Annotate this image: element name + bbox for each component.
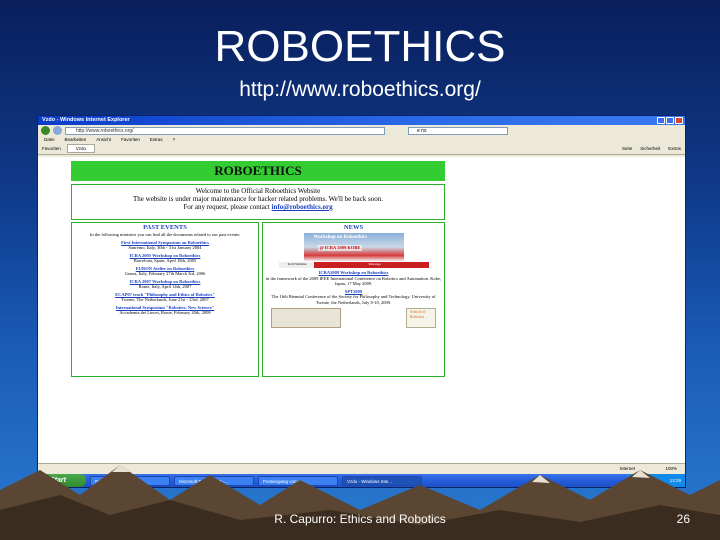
news-heading: NEWS <box>343 224 364 231</box>
menu-item[interactable]: Favoriten <box>121 136 140 143</box>
browser-content: ROBOETHICS Welcome to the Official Roboe… <box>38 157 685 463</box>
address-bar[interactable]: http://www.roboethics.org/ <box>65 126 385 135</box>
welcome-line: Welcome to the Official Roboethics Websi… <box>195 187 321 195</box>
menu-item[interactable]: Datei <box>44 136 55 143</box>
news-image-bar: Tech Website Message <box>278 262 429 268</box>
slide-url: http://www.roboethics.org/ <box>239 78 481 101</box>
contact-line: For any request, please contact info@rob… <box>183 203 333 211</box>
command-item[interactable]: Sicherheit <box>640 146 660 151</box>
menu-item[interactable]: ? <box>173 136 176 143</box>
browser-titlebar: Vzdo - Windows Internet Explorer <box>38 116 685 125</box>
favorites-button[interactable]: Favoriten <box>42 146 61 151</box>
menu-item[interactable]: Bearbeiten <box>65 136 87 143</box>
news-item: SPT2009 The 16th Biennial Conference of t… <box>265 289 442 306</box>
school-logo[interactable]: School of Robotics <box>406 308 436 328</box>
past-events-heading: PAST EVENTS <box>143 224 187 231</box>
past-events-column: PAST EVENTS In the following minisites y… <box>71 222 259 377</box>
news-item: ICRA2009 Workshop on Roboethics in the fr… <box>265 270 442 287</box>
event-item: EURON Atelier on Roboethics Genoa, Italy,… <box>74 266 256 277</box>
window-title: Vzdo - Windows Internet Explorer <box>42 117 130 123</box>
mountain-decoration <box>0 465 720 540</box>
past-events-intro: In the following minisites you can find … <box>89 232 241 237</box>
partner-logo[interactable] <box>271 308 341 328</box>
news-detail: in the framework of the 2009 IEEE Intern… <box>265 275 442 287</box>
maximize-icon[interactable] <box>666 117 674 124</box>
event-detail: Accademia dei Lincei, Rome, February 20t… <box>119 310 211 315</box>
event-item: ICRA 2007 Workshop on Roboethics Rome, It… <box>74 279 256 290</box>
news-banner-image[interactable]: Workshop on Roboethics @ ICRA 2009 KOBE <box>303 233 404 261</box>
browser-tab[interactable]: Vzdo <box>66 144 96 153</box>
event-item: International Symposium "Robotics: New S… <box>74 305 256 316</box>
news-image-label: Workshop on Roboethics <box>313 235 368 240</box>
page-banner: ROBOETHICS <box>71 161 445 181</box>
menu-item[interactable]: Extras <box>150 136 163 143</box>
close-icon[interactable] <box>675 117 683 124</box>
contact-email-link[interactable]: info@roboethics.org <box>272 203 333 211</box>
event-item: First International Symposium on Roboeth… <box>74 240 256 251</box>
address-row: http://www.roboethics.org/ e ns <box>38 125 685 136</box>
maintenance-notice: The website is under major maintenance f… <box>133 195 383 203</box>
event-detail: Barcelona, Spain, April 18th, 2005 <box>133 258 197 263</box>
welcome-box: Welcome to the Official Roboethics Websi… <box>71 184 445 220</box>
event-detail: Genoa, Italy, February 27th March 3rd, 2… <box>124 271 206 276</box>
news-column: NEWS Workshop on Roboethics @ ICRA 2009 … <box>262 222 445 377</box>
slide-number: 26 <box>676 512 690 526</box>
menu-item[interactable]: Ansicht <box>96 136 111 143</box>
forward-icon[interactable] <box>53 126 62 135</box>
event-detail: Twente, The Netherlands, June 21st - 23r… <box>121 297 209 302</box>
event-detail: Rome, Italy, April 14th, 2007 <box>138 284 192 289</box>
event-item: ICRA 2005 Workshop on Roboethics Barcelon… <box>74 253 256 264</box>
event-item: ECAP07 track "Philosophy and Ethics of R… <box>74 292 256 303</box>
back-icon[interactable] <box>41 126 50 135</box>
tabs-row: Favoriten Vzdo Seite Sicherheit Extras <box>38 143 685 155</box>
command-item[interactable]: Extras <box>668 146 681 151</box>
minimize-icon[interactable] <box>657 117 665 124</box>
news-bar-left: Tech Website <box>278 262 314 268</box>
news-detail: The 16th Biennial Conference of the Soci… <box>271 294 436 305</box>
menu-bar: Datei Bearbeiten Ansicht Favoriten Extra… <box>38 136 685 143</box>
command-bar: Seite Sicherheit Extras <box>622 146 681 151</box>
news-bar-right: Message <box>368 262 381 267</box>
browser-screenshot: Vzdo - Windows Internet Explorer http://… <box>37 115 686 488</box>
event-detail: Sanremo, Italy, 30th - 31st January 2004 <box>128 245 202 250</box>
search-input[interactable]: e ns <box>408 126 508 135</box>
command-item[interactable]: Seite <box>622 146 632 151</box>
roboethics-page: ROBOETHICS Welcome to the Official Roboe… <box>71 161 445 377</box>
news-image-label2: @ ICRA 2009 KOBE <box>317 245 363 251</box>
slide-footer: R. Capurro: Ethics and Robotics <box>274 512 446 526</box>
slide-title: ROBOETHICS <box>214 22 506 71</box>
